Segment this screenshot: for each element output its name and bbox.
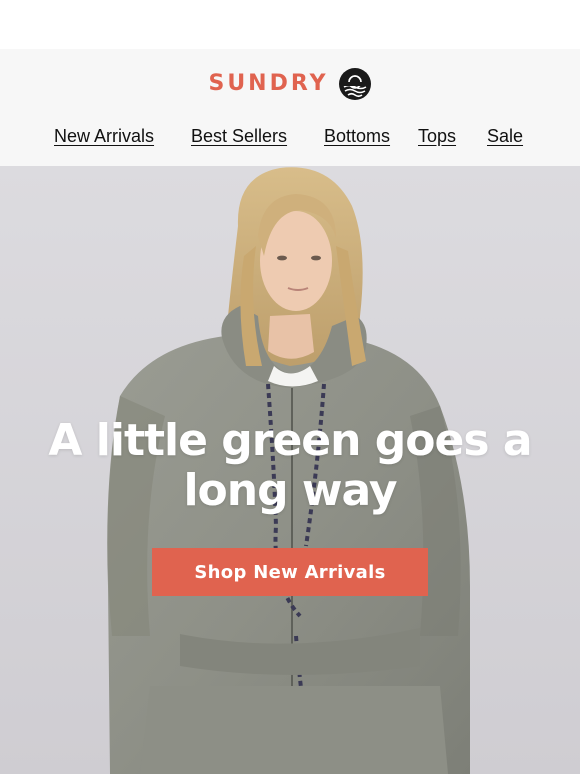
email-page: SUNDRY New Arrivals Best Sellers Bottoms…	[0, 0, 580, 774]
nav-best-sellers[interactable]: Best Sellers	[191, 125, 287, 147]
brand[interactable]: SUNDRY	[0, 67, 580, 101]
nav-bottoms[interactable]: Bottoms	[324, 125, 390, 147]
brand-name[interactable]: SUNDRY	[208, 69, 328, 99]
brand-logo-icon[interactable]	[338, 67, 372, 101]
hero-headline-line-2: long way	[183, 465, 397, 516]
hero-headline-line-1: A little green goes a	[48, 415, 532, 466]
hero-banner[interactable]: A little green goes a long way Shop New …	[0, 166, 580, 774]
main-nav: New Arrivals Best Sellers Bottoms Tops S…	[0, 125, 580, 147]
nav-tops[interactable]: Tops	[418, 125, 456, 147]
top-spacer	[0, 0, 580, 49]
shop-new-arrivals-button[interactable]: Shop New Arrivals	[152, 548, 428, 596]
nav-new-arrivals[interactable]: New Arrivals	[54, 125, 154, 147]
hero-headline: A little green goes a long way	[0, 416, 580, 516]
nav-sale[interactable]: Sale	[487, 125, 523, 147]
header: SUNDRY New Arrivals Best Sellers Bottoms…	[0, 49, 580, 166]
